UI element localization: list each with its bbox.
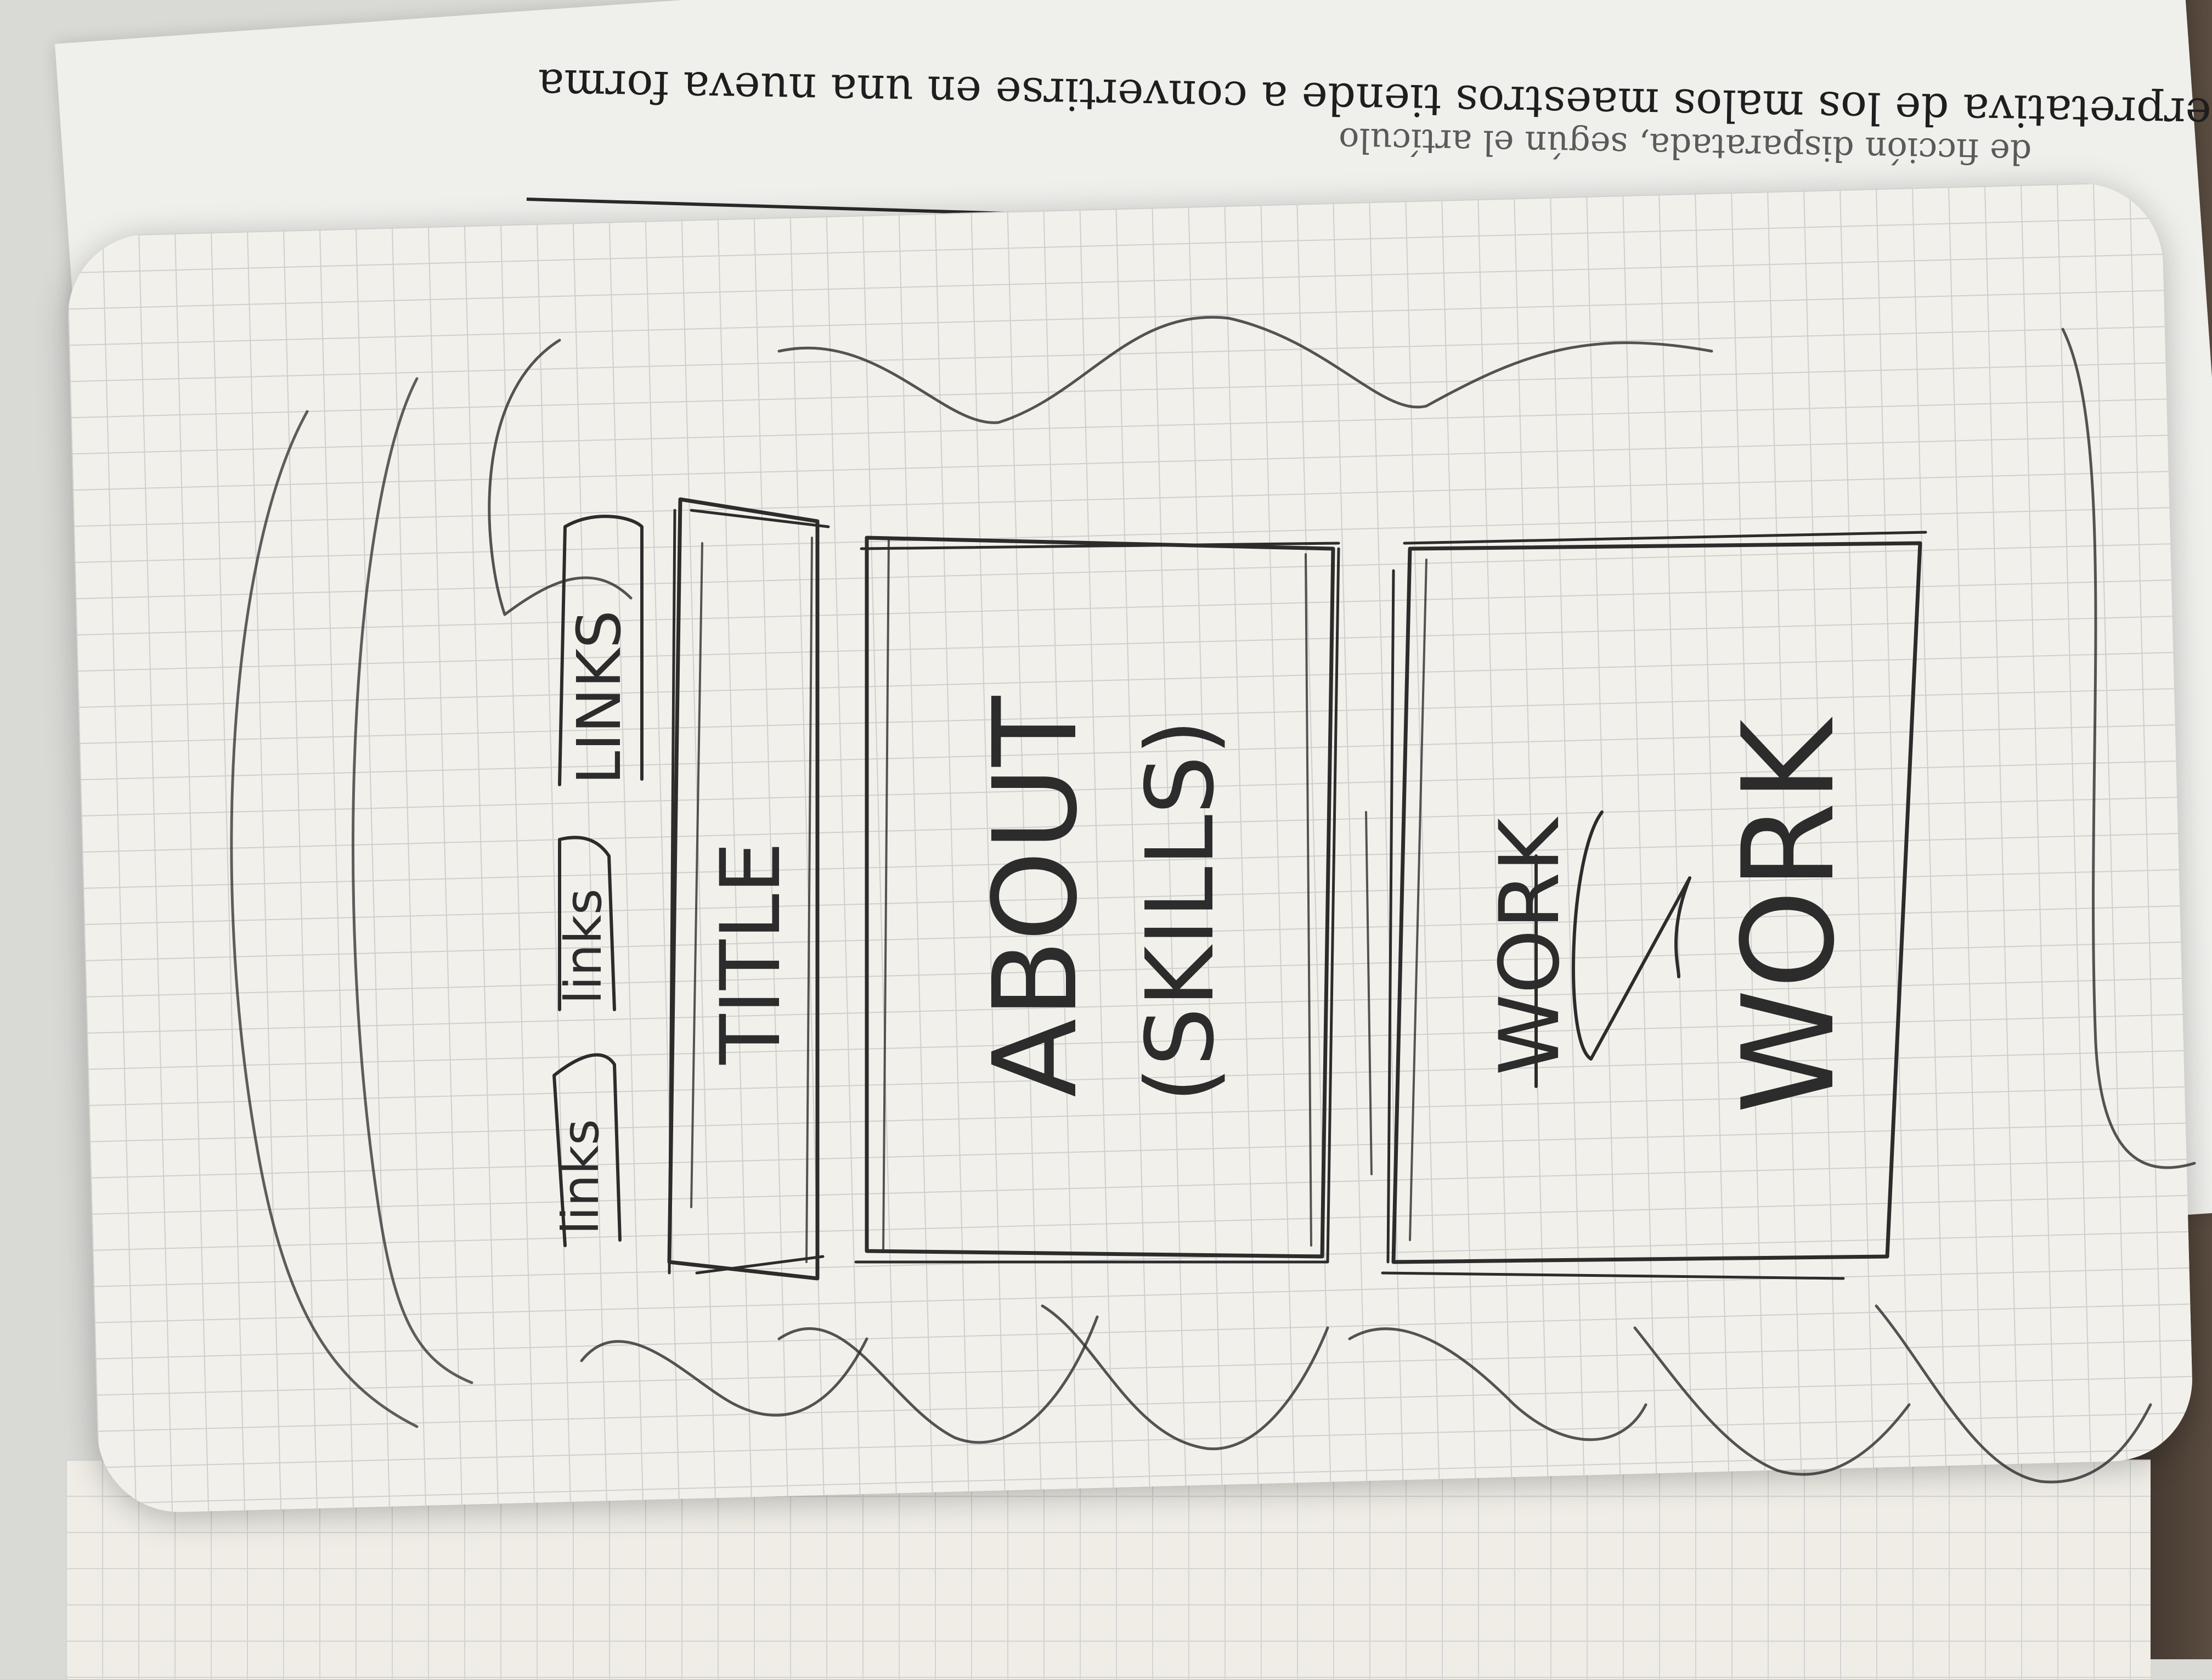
wave-doodle (777, 1315, 1099, 1444)
wave-doodle (1348, 1327, 1647, 1441)
wave-doodle (580, 1337, 868, 1417)
wave-doodle (488, 339, 633, 616)
about-subtitle: (SKILLS) (1126, 719, 1235, 1103)
work-label: WORK (1716, 717, 1863, 1114)
wave-doodle (230, 410, 419, 1428)
wave-doodle (1633, 1326, 1911, 1476)
pencil-wireframe-sketch: links links LINKS TITLE ABOUT (SKILLS) W… (230, 315, 2196, 1484)
photo-scene: 6. La manía interpretativa de los malos … (0, 0, 2212, 1679)
nav-link-2: links (554, 888, 613, 1004)
about-label: ABOUT (968, 696, 1103, 1097)
wave-doodle (1041, 1304, 1329, 1450)
wave-doodle (777, 315, 1713, 424)
arrow-doodle (1571, 810, 1691, 1061)
nav-link-1: links (551, 1119, 610, 1235)
nav-link-3: LINKS (564, 610, 634, 785)
wave-doodle (2061, 328, 2196, 1169)
work-crossed-label: WORK (1482, 816, 1578, 1075)
title-label: TITLE (703, 842, 799, 1065)
wave-doodle (352, 377, 473, 1384)
wave-doodle (1875, 1304, 2152, 1484)
